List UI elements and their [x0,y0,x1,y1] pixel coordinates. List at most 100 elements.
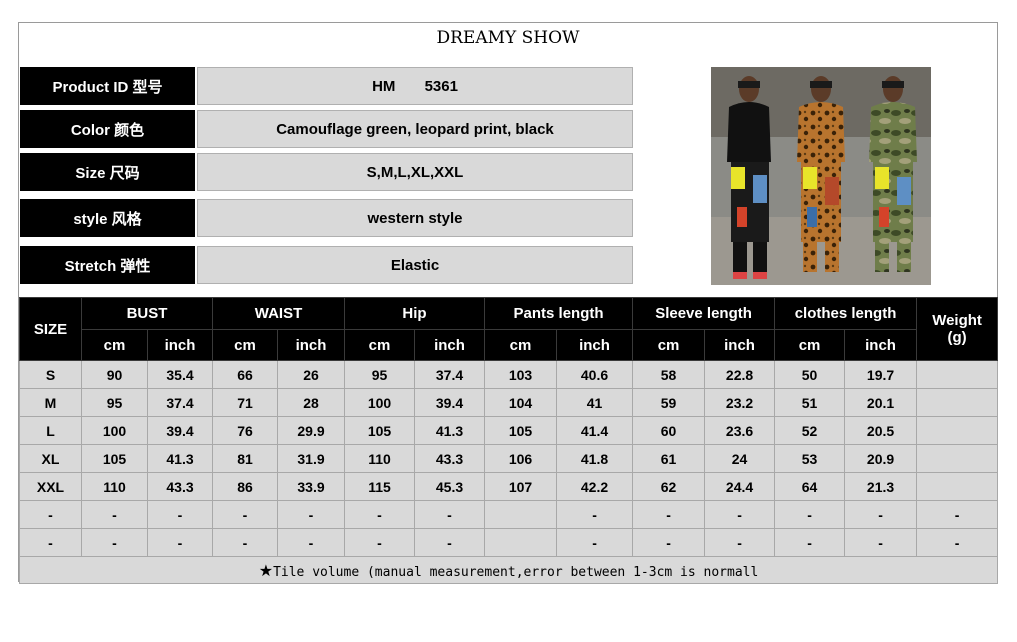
measure-cell: 41.3 [413,416,486,445]
size-cell: - [19,528,82,557]
measure-cell: 105 [344,416,415,445]
measure-cell: 39.4 [147,416,213,445]
table-row: ------------- [19,500,999,529]
measure-cell: 52 [774,416,846,445]
table-header-units: cm inch cm inch cm inch cm inch cm inch cm inch [20,329,998,361]
info-label: Color 颜色 [20,110,195,148]
star-icon: ★ [258,560,274,580]
info-row: Product ID 型号 HM 5361 [20,67,633,105]
measure-cell: 43.3 [147,472,213,501]
size-table: SIZE BUST WAIST Hip Pants length Sleeve lengt… [18,297,999,584]
measure-cell: - [556,528,634,557]
footnote-text: Tile volume (manual measurement,error be… [273,564,759,580]
info-row: Color 颜色 Camouflage green, leopard print,… [20,110,633,148]
measure-cell [484,528,558,557]
measure-cell: 41.4 [556,416,634,445]
measure-cell: - [277,500,345,529]
measure-cell: - [774,500,846,529]
measure-cell: 103 [484,360,558,389]
measure-cell: - [704,528,776,557]
weight-cell: - [916,528,999,557]
unit-cm: cm [212,329,278,361]
measure-cell: - [344,500,415,529]
measure-cell: 33.9 [277,472,345,501]
weight-cell [916,416,999,445]
table-footnote-row: ★Tile volume (manual measurement,error b… [18,556,999,584]
measure-cell: - [632,500,706,529]
measure-cell: 64 [774,472,846,501]
measure-cell: - [212,500,278,529]
measure-cell: - [556,500,634,529]
unit-inch: inch [844,329,918,361]
weight-cell [916,360,999,389]
table-header-groups: SIZE BUST WAIST Hip Pants length Sleeve lengt… [19,297,999,361]
size-cell: S [19,360,82,389]
measure-cell [484,500,558,529]
info-value: Elastic [197,246,633,284]
header-weight: Weight (g) [916,297,999,361]
measure-cell: 110 [81,472,148,501]
measure-cell: 115 [344,472,415,501]
measure-cell: 100 [81,416,148,445]
measure-cell: - [147,500,213,529]
unit-inch: inch [147,329,213,361]
info-value: Camouflage green, leopard print, black [197,110,633,148]
table-row: XXL 110 43.3 86 33.9 115 45.3 107 42.2 62 24.4 64 21… [19,472,999,501]
measure-cell: 106 [484,444,558,473]
unit-inch: inch [413,329,486,361]
measure-cell: 39.4 [413,388,486,417]
measure-cell: - [844,500,918,529]
measure-cell: 23.2 [704,388,776,417]
header-group: Sleeve length [632,297,776,330]
measure-cell: 40.6 [556,360,634,389]
measure-cell: - [413,528,486,557]
measure-cell: - [344,528,415,557]
measure-cell: 105 [81,444,148,473]
measure-cell: 41 [556,388,634,417]
header-group: BUST [81,297,213,330]
unit-inch: inch [277,329,345,361]
measure-cell: 62 [632,472,706,501]
header-weight-unit: (g) [947,329,967,346]
header-group: clothes length [774,297,918,330]
measure-cell: 31.9 [277,444,345,473]
measure-cell: 37.4 [413,360,486,389]
brand-title: DREAMY SHOW [436,28,580,48]
measure-cell: 24 [704,444,776,473]
measure-cell: 71 [212,388,278,417]
measure-cell: - [277,528,345,557]
measure-cell: 66 [212,360,278,389]
measure-cell: 28 [277,388,345,417]
measure-cell: 76 [212,416,278,445]
measure-cell: 35.4 [147,360,213,389]
measure-cell: 95 [81,388,148,417]
measure-cell: 41.3 [147,444,213,473]
weight-cell: - [916,500,999,529]
info-label: style 风格 [20,199,195,237]
measure-cell: 105 [484,416,558,445]
measure-cell: 90 [81,360,148,389]
header-group: Pants length [484,297,634,330]
table-row: S 90 35.4 66 26 95 37.4 103 40.6 58 22.8 50 19.7 [19,360,999,389]
measure-cell: 104 [484,388,558,417]
measure-cell: 29.9 [277,416,345,445]
measure-cell: 37.4 [147,388,213,417]
info-value: western style [197,199,633,237]
table-row: M 95 37.4 71 28 100 39.4 104 41 59 23.2 51 20.1 [19,388,999,417]
measure-cell: 50 [774,360,846,389]
size-cell: M [19,388,82,417]
measure-cell: 26 [277,360,345,389]
info-row: Stretch 弹性 Elastic [20,246,633,284]
measure-cell: - [632,528,706,557]
size-cell: XL [19,444,82,473]
measure-cell: 20.5 [844,416,918,445]
measure-cell: 23.6 [704,416,776,445]
unit-inch: inch [704,329,776,361]
measure-cell: - [212,528,278,557]
info-value: S,M,L,XL,XXL [197,153,633,191]
measure-cell: - [844,528,918,557]
measure-cell: 24.4 [704,472,776,501]
header-group: Hip [343,297,486,330]
info-row: Size 尺码 S,M,L,XL,XXL [20,153,633,191]
size-chart-sheet: DREAMY SHOW Product ID 型号 HM 5361 Color 颜色… [18,22,999,584]
